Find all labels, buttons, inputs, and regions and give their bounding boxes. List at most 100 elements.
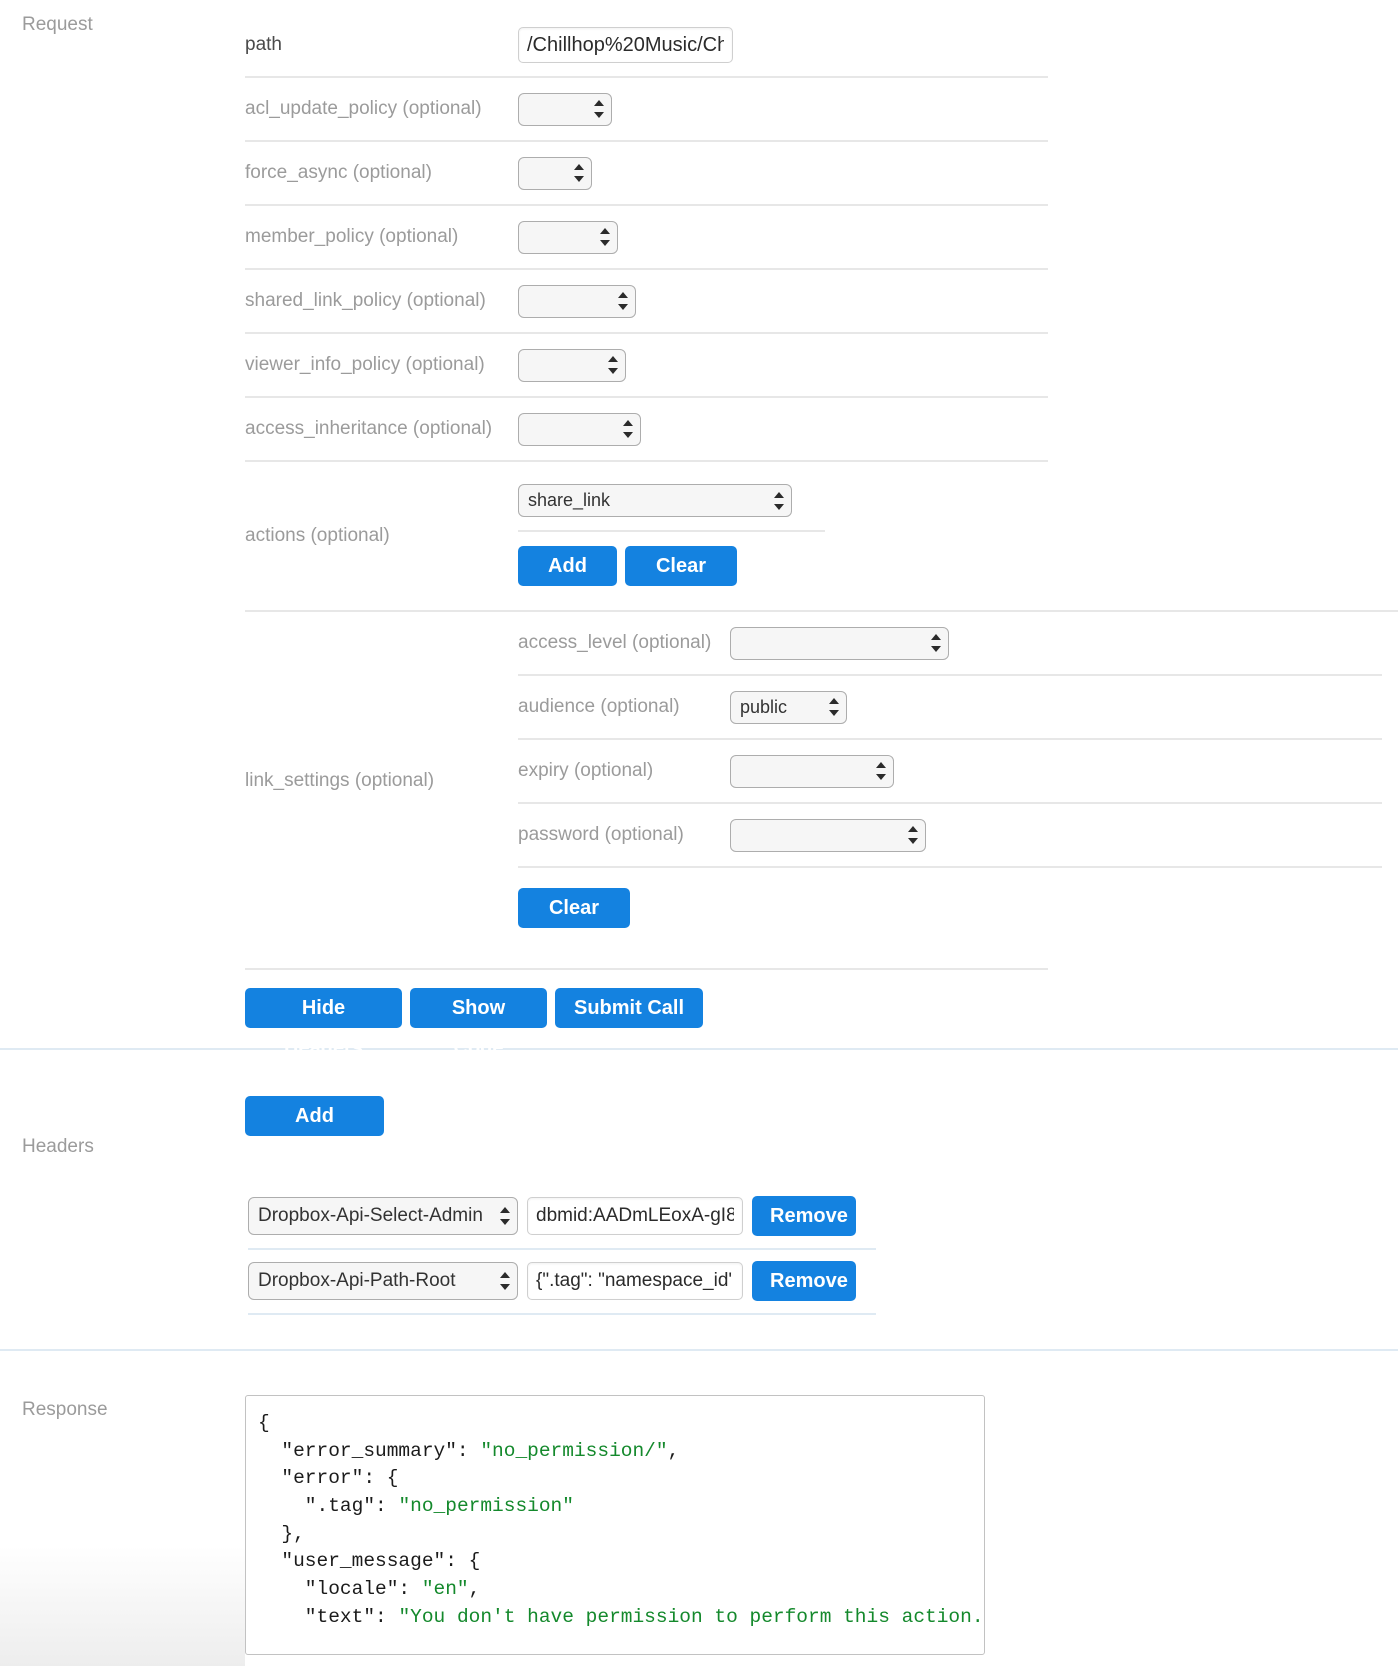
- request-field-control: [518, 220, 618, 254]
- request-field-label: shared_link_policy (optional): [245, 289, 486, 311]
- response-line: "user_message": {: [258, 1550, 481, 1573]
- link-settings-field-row: expiry (optional): [518, 740, 1382, 804]
- link-settings-clear-wrap: Clear: [518, 868, 1398, 950]
- path-input[interactable]: [518, 27, 733, 63]
- response-section-label: Response: [22, 1399, 108, 1420]
- response-section: Response { "error_summary": "no_permissi…: [0, 1351, 1398, 1655]
- actions-separator: [518, 530, 825, 532]
- request-section: Request path acl_update_policy (optional)…: [0, 0, 1398, 1059]
- actions-clear-button[interactable]: Clear: [625, 546, 737, 586]
- request-select-wrap[interactable]: [518, 348, 626, 382]
- response-line: },: [258, 1522, 305, 1545]
- actions-select[interactable]: share_link: [518, 484, 792, 517]
- actions-select-wrap[interactable]: share_link: [518, 484, 792, 517]
- request-select-wrap[interactable]: [518, 220, 618, 254]
- request-select[interactable]: [518, 348, 626, 382]
- response-line: "locale": "en",: [258, 1578, 481, 1601]
- request-select[interactable]: [518, 156, 592, 190]
- link-settings-field-row: password (optional): [518, 804, 1382, 868]
- link-settings-select[interactable]: [730, 818, 926, 852]
- actions-label: actions (optional): [245, 525, 390, 546]
- link-settings-select[interactable]: [730, 626, 949, 660]
- hide-headers-button[interactable]: Hide Headers: [245, 988, 402, 1059]
- request-field-label: path: [245, 33, 282, 55]
- request-field-control: [518, 348, 626, 382]
- headers-section-body: Add Header Dropbox-Api-Select-Admin Remov…: [245, 1074, 1398, 1315]
- link-settings-field-label: expiry (optional): [518, 760, 654, 781]
- actions-row: actions (optional) share_link Add Clear: [245, 462, 1398, 612]
- link-settings-select-wrap[interactable]: [730, 626, 949, 660]
- link-settings-clear-button[interactable]: Clear: [518, 888, 630, 928]
- header-name-select[interactable]: Dropbox-Api-Path-Root: [248, 1262, 518, 1300]
- response-line: ".tag": "no_permission": [258, 1495, 574, 1518]
- header-name-select-wrap[interactable]: Dropbox-Api-Path-Root: [248, 1262, 518, 1300]
- request-field-label: access_inheritance (optional): [245, 417, 493, 439]
- link-settings-field-label: audience (optional): [518, 696, 680, 717]
- request-field-row: force_async (optional): [245, 142, 1048, 206]
- response-line: {: [258, 1412, 270, 1434]
- request-field-row: path: [245, 14, 1048, 78]
- add-header-wrap: Add Header: [245, 1074, 1398, 1185]
- link-settings-row: link_settings (optional) access_level (o…: [245, 612, 1398, 950]
- request-section-body: path acl_update_policy (optional) force_as…: [245, 14, 1398, 1059]
- request-section-label: Request: [22, 14, 93, 35]
- show-code-button[interactable]: Show Code: [410, 988, 547, 1059]
- request-field-label: force_async (optional): [245, 161, 432, 183]
- request-field-control: [518, 284, 636, 318]
- header-row: Dropbox-Api-Path-Root Remove: [248, 1250, 876, 1315]
- request-field-label: member_policy (optional): [245, 225, 459, 247]
- header-row: Dropbox-Api-Select-Admin Remove: [248, 1185, 876, 1250]
- link-settings-select-wrap[interactable]: [730, 818, 926, 852]
- response-line: "text": "You don't have permission to pe…: [258, 1605, 985, 1628]
- request-action-buttons: Hide Headers Show Code Submit Call: [245, 968, 1048, 1059]
- request-select-wrap[interactable]: [518, 284, 636, 318]
- request-field-row: member_policy (optional): [245, 206, 1048, 270]
- api-explorer-page: Request path acl_update_policy (optional)…: [0, 0, 1398, 1666]
- request-select[interactable]: [518, 220, 618, 254]
- request-field-row: acl_update_policy (optional): [245, 78, 1048, 142]
- link-settings-label: link_settings (optional): [245, 770, 435, 791]
- link-settings-body: access_level (optional) audience (optiona…: [518, 612, 1398, 950]
- request-select[interactable]: [518, 412, 641, 446]
- header-value-input[interactable]: [527, 1197, 743, 1235]
- request-field-list: path acl_update_policy (optional) force_as…: [245, 14, 1048, 462]
- link-settings-field-list: access_level (optional) audience (optiona…: [518, 612, 1398, 868]
- request-select-wrap[interactable]: [518, 92, 612, 126]
- request-field-row: shared_link_policy (optional): [245, 270, 1048, 334]
- actions-body: share_link Add Clear: [518, 462, 1398, 610]
- link-settings-field-label: password (optional): [518, 824, 684, 845]
- remove-header-button[interactable]: Remove: [752, 1196, 856, 1236]
- actions-add-button[interactable]: Add: [518, 546, 617, 586]
- add-header-button[interactable]: Add Header: [245, 1096, 384, 1167]
- link-settings-field-row: access_level (optional): [518, 612, 1382, 676]
- link-settings-select-wrap[interactable]: public: [730, 690, 847, 724]
- header-name-select[interactable]: Dropbox-Api-Select-Admin: [248, 1197, 518, 1235]
- actions-buttons: Add Clear: [518, 546, 1398, 586]
- link-settings-field-label: access_level (optional): [518, 632, 712, 653]
- request-select-wrap[interactable]: [518, 156, 592, 190]
- response-line: "error": {: [258, 1467, 399, 1490]
- link-settings-select-wrap[interactable]: [730, 754, 894, 788]
- link-settings-select[interactable]: public: [730, 690, 847, 724]
- response-json-output: { "error_summary": "no_permission/", "er…: [245, 1395, 985, 1655]
- request-select-wrap[interactable]: [518, 412, 641, 446]
- response-section-body: { "error_summary": "no_permission/", "er…: [245, 1395, 1398, 1655]
- header-name-select-wrap[interactable]: Dropbox-Api-Select-Admin: [248, 1197, 518, 1235]
- request-select[interactable]: [518, 92, 612, 126]
- response-line: "error_summary": "no_permission/",: [258, 1439, 680, 1462]
- request-field-row: access_inheritance (optional): [245, 398, 1048, 462]
- submit-call-button[interactable]: Submit Call: [555, 988, 703, 1028]
- headers-section-label: Headers: [22, 1136, 94, 1157]
- headers-section: Headers Add Header Dropbox-Api-Select-Ad…: [0, 1050, 1398, 1315]
- request-field-label: viewer_info_policy (optional): [245, 353, 485, 375]
- request-field-row: viewer_info_policy (optional): [245, 334, 1048, 398]
- remove-header-button[interactable]: Remove: [752, 1261, 856, 1301]
- request-field-control: [518, 412, 641, 446]
- link-settings-select[interactable]: [730, 754, 894, 788]
- request-field-label: acl_update_policy (optional): [245, 97, 482, 119]
- header-value-input[interactable]: [527, 1262, 743, 1300]
- request-select[interactable]: [518, 284, 636, 318]
- link-settings-field-row: audience (optional) public: [518, 676, 1382, 740]
- request-field-control: [518, 156, 592, 190]
- header-row-list: Dropbox-Api-Select-AdminRemoveDropbox-Ap…: [245, 1185, 1398, 1315]
